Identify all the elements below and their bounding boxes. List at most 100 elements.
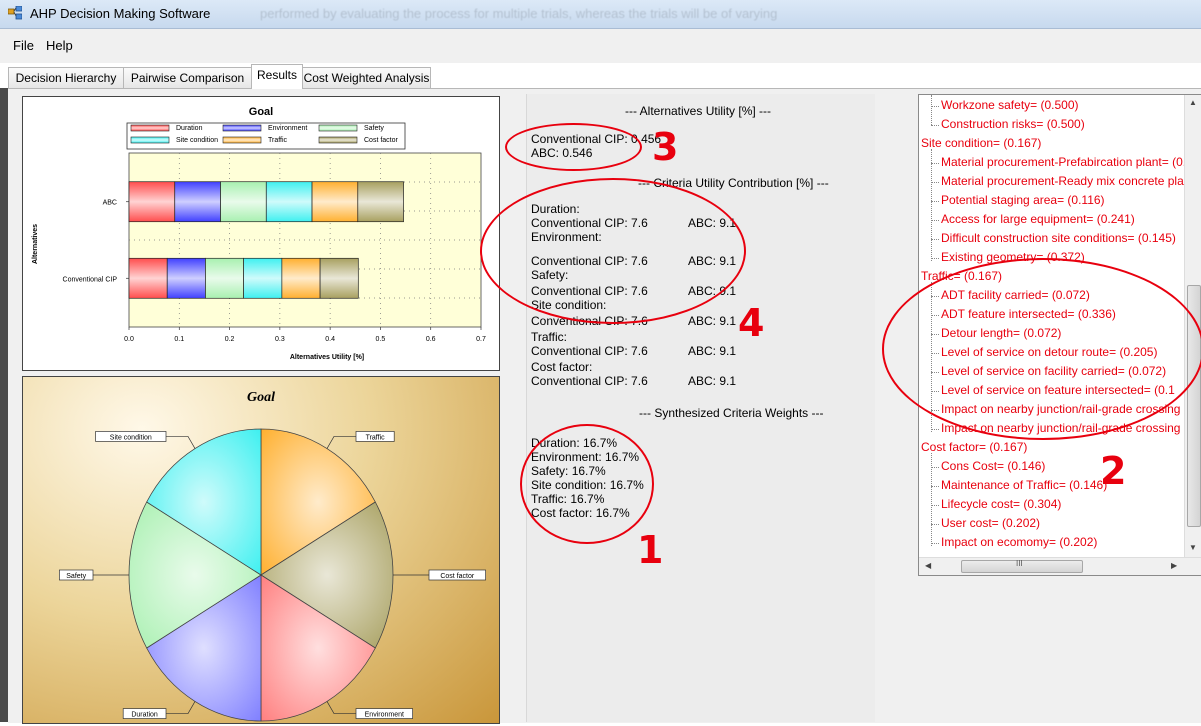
utility-bar-chart: Goal Duration Environment Safety Site condi…	[22, 96, 500, 371]
tree-horizontal-scrollbar[interactable]: ◀ III ▶	[919, 557, 1201, 575]
tree-leaf-item[interactable]: Material procurement-Prefabircation plan…	[941, 155, 1185, 169]
tab-decision-hierarchy[interactable]: Decision Hierarchy	[8, 67, 124, 88]
bar-abc-safety	[220, 181, 267, 223]
pie-label-site-condition: Site condition	[110, 434, 152, 441]
tree-leaf-item[interactable]: Maintenance of Traffic= (0.146)	[941, 478, 1107, 492]
tree-node-cost-factor[interactable]: Cost factor= (0.167)	[921, 440, 1027, 454]
legend-swatch-cost-factor	[318, 136, 358, 144]
menu-help[interactable]: Help	[46, 38, 73, 53]
tab-pairwise-comparison[interactable]: Pairwise Comparison	[123, 67, 252, 88]
bar-abc-duration	[128, 181, 176, 223]
window-title: AHP Decision Making Software	[30, 6, 211, 21]
title-bar: AHP Decision Making Software performed b…	[0, 0, 1201, 29]
bar-conventional-cip-safety	[205, 257, 245, 299]
contrib-cip-cost-factor: Conventional CIP: 7.6	[531, 374, 648, 388]
tree-connector	[931, 543, 939, 544]
pie-slices	[128, 428, 394, 722]
pie-chart-title: Goal	[247, 390, 275, 405]
tree-leaf-item[interactable]: Material procurement-Ready mix concrete …	[941, 174, 1185, 188]
bar-x-tick-label: 0.6	[426, 336, 436, 343]
legend-label-site-condition: Site condition	[176, 137, 218, 144]
bar-conventional-cip-traffic	[281, 257, 321, 299]
app-icon	[8, 6, 22, 20]
tab-results[interactable]: Results	[251, 64, 303, 89]
bar-abc-environment	[174, 181, 221, 223]
tree-connector	[931, 467, 939, 468]
pie-leader-line	[326, 436, 356, 449]
legend-swatch-traffic	[222, 136, 262, 144]
bar-x-tick-label: 0.1	[174, 336, 184, 343]
bar-conventional-cip-cost-factor	[319, 257, 359, 299]
bar-abc-traffic	[311, 181, 359, 223]
legend-label-duration: Duration	[176, 125, 203, 132]
legend-label-environment: Environment	[268, 125, 307, 132]
tree-horizontal-scroll-thumb[interactable]: III	[961, 559, 1083, 573]
pie-label-cost-factor: Cost factor	[440, 573, 475, 580]
bar-chart-title: Goal	[249, 106, 273, 118]
contrib-criterion-cost-factor: Cost factor:	[531, 360, 593, 374]
tree-leaf-item[interactable]: Access for large equipment= (0.241)	[941, 212, 1135, 226]
annotation-number-3: 3	[652, 125, 679, 169]
tree-leaf-item[interactable]: Impact on ecomomy= (0.202)	[941, 535, 1097, 549]
tree-leaf-item[interactable]: Difficult construction site conditions= …	[941, 231, 1176, 245]
tree-connector	[931, 453, 932, 546]
scroll-down-arrow-icon[interactable]: ▼	[1189, 543, 1197, 552]
scroll-grip: III	[1016, 559, 1023, 568]
pie-label-traffic: Traffic	[366, 434, 386, 441]
tree-connector	[931, 258, 939, 259]
tree-leaf-item[interactable]: User cost= (0.202)	[941, 516, 1040, 530]
tree-connector	[931, 239, 939, 240]
scroll-up-arrow-icon[interactable]: ▲	[1189, 98, 1197, 107]
bar-category-label: Conventional CIP	[63, 276, 118, 283]
pie-label-safety: Safety	[66, 573, 86, 580]
annotation-number-1: 1	[637, 528, 664, 572]
tab-cost-weighted-analysis[interactable]: Cost Weighted Analysis	[302, 67, 431, 88]
legend-label-cost-factor: Cost factor	[364, 137, 399, 144]
bar-x-tick-label: 0.5	[376, 336, 386, 343]
annotation-number-2: 2	[1100, 449, 1127, 493]
legend-label-safety: Safety	[364, 125, 384, 132]
bar-x-tick-label: 0.7	[476, 336, 486, 343]
tree-leaf-item[interactable]: Workzone safety= (0.500)	[941, 98, 1079, 112]
tree-leaf-item[interactable]: Lifecycle cost= (0.304)	[941, 497, 1061, 511]
bar-abc-site-condition	[265, 181, 313, 223]
bar-conventional-cip-duration	[128, 257, 168, 299]
menu-file[interactable]: File	[13, 38, 34, 53]
legend-swatch-safety	[318, 124, 358, 132]
menu-bar: File Help	[0, 29, 1201, 63]
utility-bar-chart-svg: Goal Duration Environment Safety Site condi…	[32, 106, 486, 361]
tree-leaf-item[interactable]: Construction risks= (0.500)	[941, 117, 1085, 131]
tree-connector	[931, 201, 939, 202]
contrib-abc-cost-factor: ABC: 9.1	[688, 374, 737, 388]
tree-connector	[931, 106, 939, 107]
bar-x-tick-label: 0.0	[124, 336, 134, 343]
tree-leaf-item[interactable]: Cons Cost= (0.146)	[941, 459, 1045, 473]
criteria-pie-chart: Goal Traffic Cost factor Environment Durati…	[22, 376, 500, 724]
legend-swatch-site-condition	[130, 136, 170, 144]
pie-leader-line	[166, 436, 196, 449]
criteria-weights-header: --- Synthesized Criteria Weights ---	[639, 406, 824, 420]
contrib-criterion-traffic: Traffic:	[531, 330, 568, 344]
tree-connector	[931, 149, 932, 261]
tree-node-site-condition[interactable]: Site condition= (0.167)	[921, 136, 1041, 150]
scroll-right-arrow-icon[interactable]: ▶	[1171, 561, 1177, 570]
tree-connector	[931, 524, 939, 525]
tree-connector	[931, 163, 939, 164]
contrib-abc-traffic: ABC: 9.1	[688, 344, 737, 358]
pie-leader-line	[166, 701, 196, 714]
bar-chart-ylabel: Alternatives	[32, 224, 39, 264]
tree-connector	[931, 220, 939, 221]
contrib-abc-site-condition: ABC: 9.1	[688, 314, 737, 328]
tree-connector	[931, 95, 932, 125]
scroll-left-arrow-icon[interactable]: ◀	[925, 561, 931, 570]
criteria-pie-chart-svg: Goal Traffic Cost factor Environment Durati…	[59, 390, 486, 722]
bar-chart-xlabel: Alternatives Utility [%]	[290, 354, 364, 361]
background-window-text: performed by evaluating the process for …	[260, 6, 778, 21]
bar-x-tick-label: 0.4	[325, 336, 335, 343]
bar-x-tick-label: 0.2	[225, 336, 235, 343]
annotation-number-4: 4	[738, 301, 765, 345]
tree-leaf-item[interactable]: Potential staging area= (0.116)	[941, 193, 1105, 207]
pie-label-duration: Duration	[131, 712, 158, 719]
alternatives-utility-header: --- Alternatives Utility [%] ---	[625, 104, 772, 118]
bar-conventional-cip-environment	[166, 257, 206, 299]
